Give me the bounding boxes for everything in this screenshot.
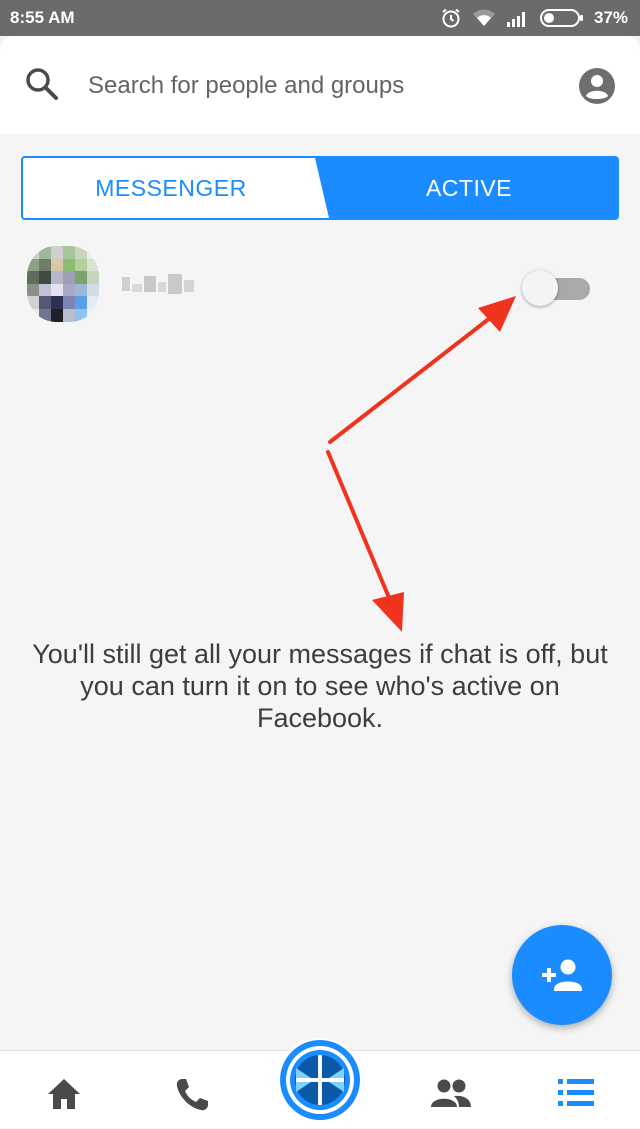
add-person-button[interactable] — [512, 925, 612, 1025]
avatar[interactable] — [27, 246, 99, 322]
nav-home[interactable] — [24, 1051, 104, 1129]
nav-groups[interactable] — [408, 1051, 488, 1129]
active-contact-row[interactable] — [0, 238, 640, 330]
nav-list[interactable] — [536, 1051, 616, 1129]
camera-capture-button[interactable] — [278, 1038, 362, 1122]
status-bar: 8:55 AM 37% — [0, 0, 640, 36]
add-person-icon — [542, 959, 582, 991]
tab-active[interactable]: ACTIVE — [319, 158, 617, 218]
tab-messenger[interactable]: MESSENGER — [23, 158, 319, 218]
wifi-icon — [472, 9, 495, 26]
account-circle-icon[interactable] — [578, 67, 616, 105]
search-input[interactable] — [86, 66, 546, 106]
tab-bar: MESSENGER ACTIVE — [21, 156, 619, 220]
home-icon — [48, 1079, 80, 1109]
status-icons: 37% — [440, 7, 628, 29]
list-icon — [558, 1079, 594, 1106]
arrow-to-info-text — [326, 450, 404, 632]
alarm-icon — [442, 8, 460, 28]
chat-active-toggle[interactable] — [520, 270, 592, 306]
camera-capture-icon — [280, 1040, 360, 1120]
signal-icon — [506, 12, 525, 27]
search-icon[interactable] — [24, 66, 60, 102]
battery-icon — [539, 9, 583, 27]
groups-icon — [431, 1079, 471, 1107]
toggle-knob — [522, 270, 558, 306]
contact-name-blurred — [122, 270, 202, 298]
chat-off-info-text: You'll still get all your messages if ch… — [32, 639, 608, 733]
search-header — [0, 36, 640, 134]
nav-calls[interactable] — [152, 1051, 232, 1129]
battery-percent: 37% — [593, 8, 628, 27]
status-time: 8:55 AM — [10, 8, 75, 27]
phone-icon — [176, 1079, 208, 1111]
